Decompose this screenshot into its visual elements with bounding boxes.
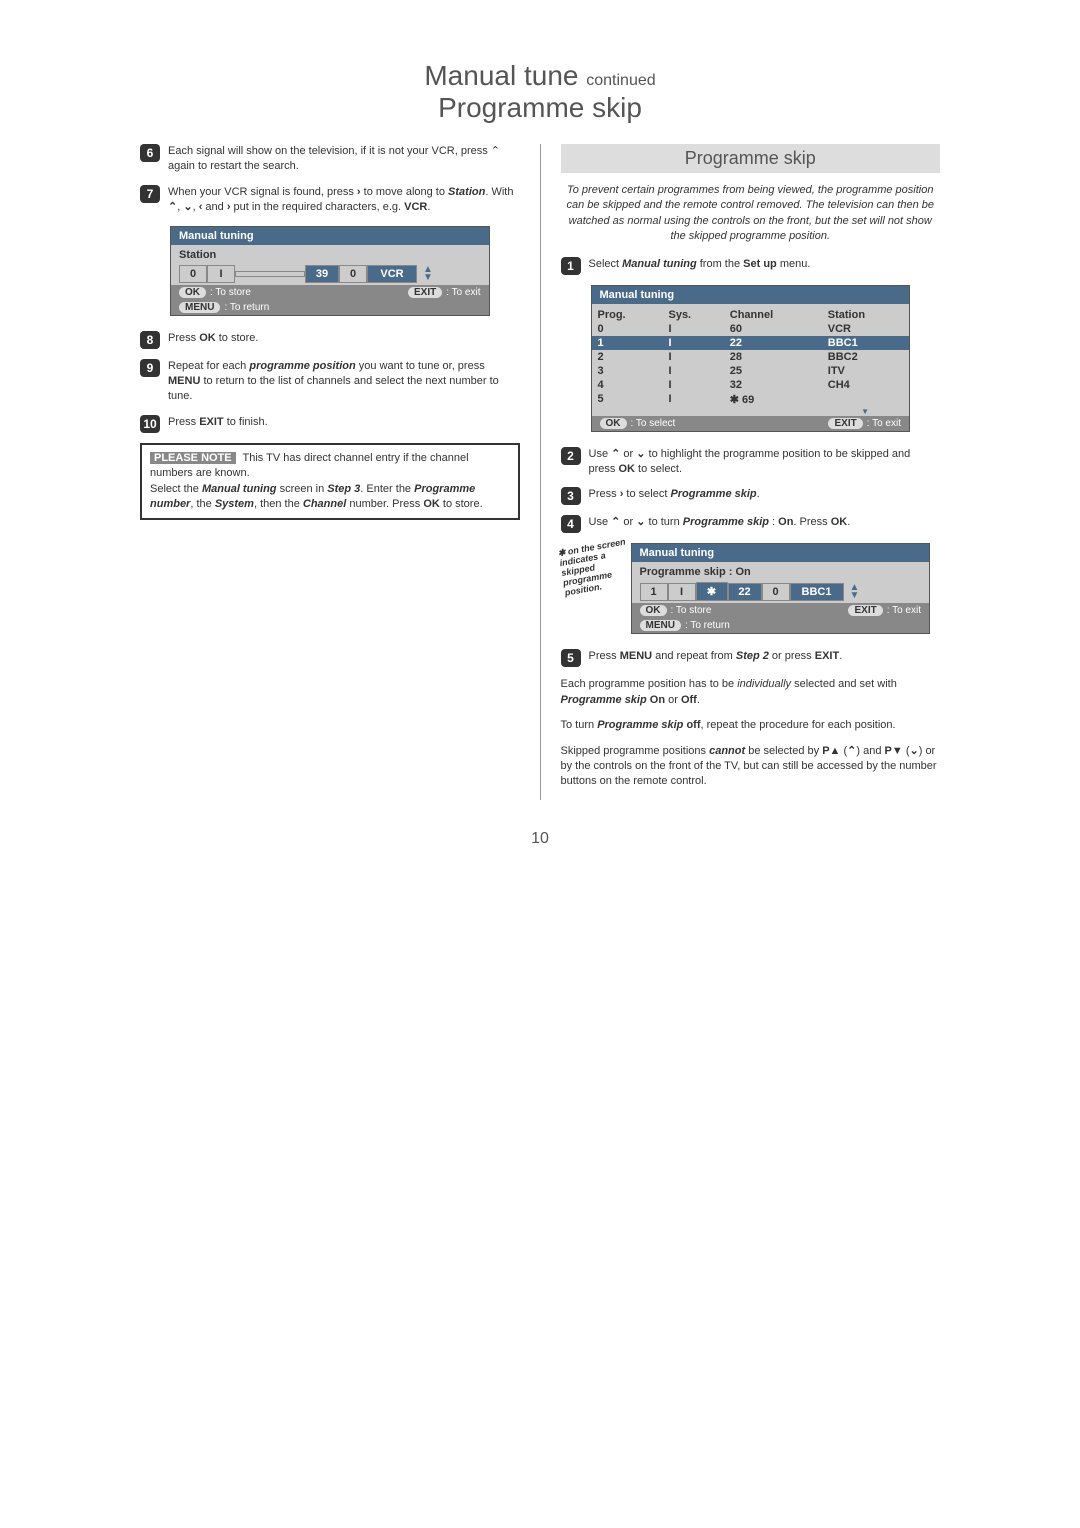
table-row: 5I✱ 69	[592, 392, 910, 407]
col-sys: Sys.	[662, 308, 723, 322]
step-9-text: Repeat for each programme position you w…	[168, 359, 520, 405]
step-1-num: 1	[561, 257, 581, 275]
ok-text: : To select	[631, 418, 676, 429]
table-row: 3I25ITV	[592, 364, 910, 378]
exit-text: : To exit	[446, 287, 480, 298]
menu-text: : To return	[224, 302, 269, 313]
step-3-num: 3	[561, 487, 581, 505]
osd-cell: VCR	[367, 265, 417, 283]
section-title: Programme skip	[561, 144, 941, 173]
osd-header: Manual tuning	[171, 227, 489, 245]
step-2-text: Use ⌃ or ⌄ to highlight the programme po…	[589, 447, 941, 478]
right-column: Programme skip To prevent certain progra…	[561, 144, 941, 800]
title-main: Manual tune	[424, 60, 578, 91]
intro-text: To prevent certain programmes from being…	[561, 183, 941, 245]
step-3-text: Press › to select Programme skip.	[589, 487, 760, 505]
please-note-box: PLEASE NOTE This TV has direct channel e…	[140, 443, 520, 521]
table-row: 1I22BBC1	[592, 336, 910, 350]
osd-header: Manual tuning	[632, 544, 930, 562]
up-down-arrows-icon: ▲▼	[423, 266, 433, 282]
table-row: 0I60VCR	[592, 322, 910, 336]
osd-label: Station	[179, 249, 481, 261]
para1: Each programme position has to be indivi…	[561, 677, 941, 708]
please-note-badge: PLEASE NOTE	[150, 452, 236, 464]
osd-cell: 0	[762, 583, 790, 601]
step-1-text: Select Manual tuning from the Set up men…	[589, 257, 811, 275]
osd-subtitle: Programme skip : On	[640, 566, 922, 578]
step-6-num: 6	[140, 144, 160, 162]
menu-text: : To return	[685, 620, 730, 631]
up-down-arrows-icon: ▲▼	[850, 584, 860, 600]
table-row: 4I32CH4	[592, 378, 910, 392]
osd-cell: BBC1	[790, 583, 844, 601]
osd-manual-tuning-list: Manual tuning Prog. Sys. Channel Station…	[591, 285, 911, 432]
step-5-text: Press MENU and repeat from Step 2 or pre…	[589, 649, 843, 667]
step-7-text: When your VCR signal is found, press › t…	[168, 185, 520, 216]
osd-cell: I	[207, 265, 235, 283]
down-arrow-icon: ▼	[592, 407, 910, 416]
osd-header: Manual tuning	[592, 286, 910, 304]
col-prog: Prog.	[592, 308, 663, 322]
ok-text: : To store	[671, 605, 712, 616]
step-5-num: 5	[561, 649, 581, 667]
tuning-table: Prog. Sys. Channel Station 0I60VCR 1I22B…	[592, 308, 910, 407]
page-number: 10	[140, 830, 940, 848]
exit-text: : To exit	[887, 605, 921, 616]
osd-manual-tuning-station: Manual tuning Station 0 I 39 0 VCR ▲▼	[170, 226, 490, 316]
para3: Skipped programme positions cannot be se…	[561, 744, 941, 790]
ok-pill: OK	[640, 605, 667, 616]
osd-programme-skip: Manual tuning Programme skip : On 1 I ✱ …	[631, 543, 931, 634]
para2: To turn Programme skip off, repeat the p…	[561, 718, 941, 733]
step-8-num: 8	[140, 331, 160, 349]
step-4-num: 4	[561, 515, 581, 533]
step-10-num: 10	[140, 415, 160, 433]
step-7-num: 7	[140, 185, 160, 203]
ok-pill: OK	[179, 287, 206, 298]
step-10-text: Press EXIT to finish.	[168, 415, 268, 433]
skip-indicator-label: ✱ on the screen indicates a skipped prog…	[557, 538, 635, 599]
table-row: 2I28BBC2	[592, 350, 910, 364]
step-4-text: Use ⌃ or ⌄ to turn Programme skip : On. …	[589, 515, 851, 533]
step-6-text: Each signal will show on the television,…	[168, 144, 520, 175]
osd-cell-star: ✱	[696, 582, 728, 601]
menu-pill: MENU	[640, 620, 681, 631]
page-title: Manual tune continued Programme skip	[140, 60, 940, 124]
step-9-num: 9	[140, 359, 160, 377]
column-divider	[540, 144, 541, 800]
osd-cell: 22	[728, 583, 762, 601]
osd-cell: 39	[305, 265, 339, 283]
note-line2: Select the Manual tuning screen in Step …	[150, 483, 483, 510]
exit-pill: EXIT	[828, 418, 862, 429]
step-2-num: 2	[561, 447, 581, 465]
ok-text: : To store	[210, 287, 251, 298]
col-channel: Channel	[724, 308, 822, 322]
left-column: 6 Each signal will show on the televisio…	[140, 144, 520, 800]
exit-text: : To exit	[867, 418, 901, 429]
title-line2: Programme skip	[140, 92, 940, 124]
title-sub: continued	[586, 72, 655, 89]
menu-pill: MENU	[179, 302, 220, 313]
exit-pill: EXIT	[848, 605, 882, 616]
ok-pill: OK	[600, 418, 627, 429]
exit-pill: EXIT	[408, 287, 442, 298]
osd-cell: 0	[339, 265, 367, 283]
osd-cell: 1	[640, 583, 668, 601]
osd-cell: 0	[179, 265, 207, 283]
col-station: Station	[822, 308, 909, 322]
osd-cell: I	[668, 583, 696, 601]
step-8-text: Press OK to store.	[168, 331, 258, 349]
